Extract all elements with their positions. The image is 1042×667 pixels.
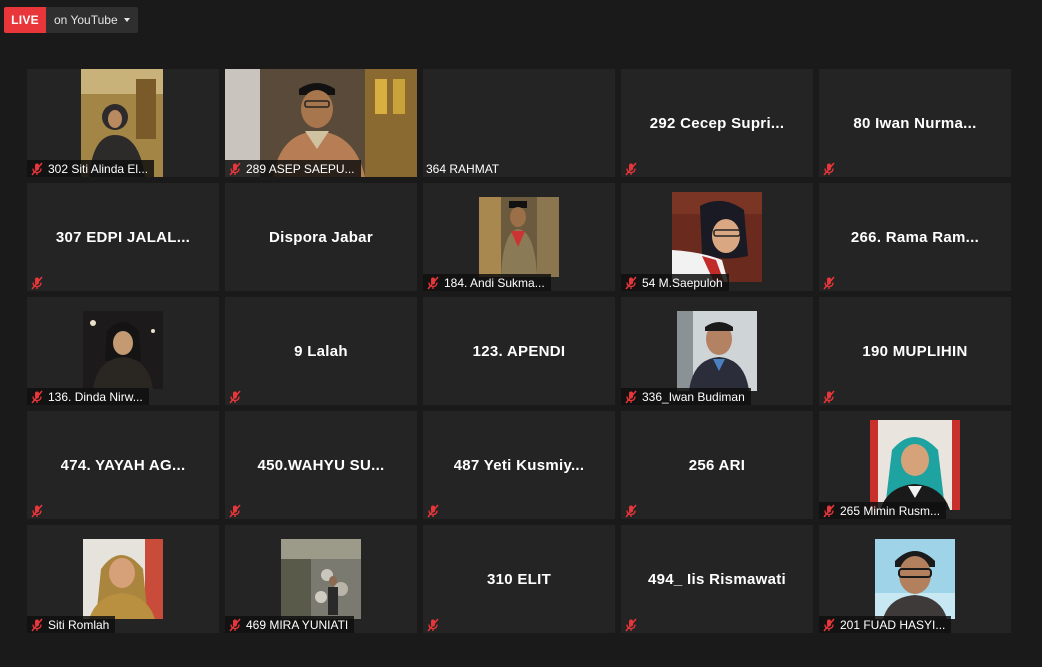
- gallery-grid: 302 Siti Alinda El... 289 ASEP SAEPU... …: [27, 69, 1011, 633]
- participant-tile[interactable]: 289 ASEP SAEPU...: [225, 69, 417, 177]
- youtube-stream-button[interactable]: on YouTube: [46, 7, 138, 33]
- muted-mic-icon: [625, 618, 637, 631]
- participant-status: [423, 502, 450, 519]
- participant-tile[interactable]: Siti Romlah: [27, 525, 219, 633]
- participant-display-name: 450.WAHYU SU...: [257, 456, 385, 474]
- youtube-stream-label: on YouTube: [54, 13, 118, 27]
- participant-video: [83, 311, 163, 389]
- participant-name-label: 302 Siti Alinda El...: [27, 160, 155, 177]
- participant-tile[interactable]: 54 M.Saepuloh: [621, 183, 813, 291]
- participant-status: [621, 616, 648, 633]
- participant-tile[interactable]: 9 Lalah: [225, 297, 417, 405]
- participant-tile[interactable]: 450.WAHYU SU...: [225, 411, 417, 519]
- muted-mic-icon: [229, 162, 241, 175]
- participant-tile[interactable]: 310 ELIT: [423, 525, 615, 633]
- participant-tile[interactable]: 336_Iwan Budiman: [621, 297, 813, 405]
- participant-status: [27, 274, 54, 291]
- participant-status: [225, 502, 252, 519]
- participant-display-name: 307 EDPI JALAL...: [55, 228, 191, 246]
- participant-name-label: 469 MIRA YUNIATI: [225, 616, 355, 633]
- muted-mic-icon: [427, 618, 439, 631]
- participant-video: [677, 311, 757, 391]
- participant-display-name: 474. YAYAH AG...: [60, 456, 186, 474]
- live-badge: LIVE: [4, 7, 46, 33]
- muted-mic-icon: [823, 504, 835, 517]
- participant-status: [819, 160, 846, 177]
- participant-display-name: 123. APENDI: [472, 342, 566, 360]
- muted-mic-icon: [229, 618, 241, 631]
- muted-mic-icon: [31, 276, 43, 289]
- participant-status: [27, 502, 54, 519]
- muted-mic-icon: [427, 504, 439, 517]
- participant-status: [819, 388, 846, 405]
- participant-tile[interactable]: 487 Yeti Kusmiy...: [423, 411, 615, 519]
- muted-mic-icon: [229, 504, 241, 517]
- muted-mic-icon: [31, 618, 43, 631]
- participant-tile[interactable]: 184. Andi Sukma...: [423, 183, 615, 291]
- muted-mic-icon: [823, 162, 835, 175]
- participant-tile[interactable]: 265 Mimin Rusm...: [819, 411, 1011, 519]
- participant-display-name: Dispora Jabar: [269, 228, 373, 246]
- participant-tile[interactable]: 80 Iwan Nurma...: [819, 69, 1011, 177]
- muted-mic-icon: [31, 162, 43, 175]
- livestream-bar: LIVE on YouTube: [4, 7, 138, 33]
- muted-mic-icon: [31, 390, 43, 403]
- participant-name-label: 364 RAHMAT: [426, 161, 500, 176]
- participant-name-label: 184. Andi Sukma...: [423, 274, 551, 291]
- participant-tile[interactable]: 494_ Iis Rismawati: [621, 525, 813, 633]
- participant-display-name: 310 ELIT: [486, 570, 552, 588]
- participant-tile[interactable]: 136. Dinda Nirw...: [27, 297, 219, 405]
- muted-mic-icon: [823, 618, 835, 631]
- participant-display-name: 256 ARI: [688, 456, 746, 474]
- muted-mic-icon: [31, 504, 43, 517]
- participant-tile[interactable]: 292 Cecep Supri...: [621, 69, 813, 177]
- participant-tile[interactable]: 469 MIRA YUNIATI: [225, 525, 417, 633]
- participant-tile[interactable]: 474. YAYAH AG...: [27, 411, 219, 519]
- participant-video: [870, 420, 960, 510]
- participant-video: [83, 539, 163, 619]
- participant-tile[interactable]: 364 RAHMAT: [423, 69, 615, 177]
- participant-status: [621, 160, 648, 177]
- participant-display-name: 266. Rama Ram...: [850, 228, 980, 246]
- participant-status: [819, 274, 846, 291]
- muted-mic-icon: [625, 276, 637, 289]
- participant-display-name: 190 MUPLIHIN: [862, 342, 968, 360]
- participant-display-name: 292 Cecep Supri...: [649, 114, 785, 132]
- participant-name-label: 289 ASEP SAEPU...: [225, 160, 361, 177]
- participant-display-name: 494_ Iis Rismawati: [648, 570, 786, 588]
- participant-name-label: 201 FUAD HASYI...: [819, 616, 952, 633]
- participant-tile[interactable]: Dispora Jabar: [225, 183, 417, 291]
- participant-name-label: 336_Iwan Budiman: [621, 388, 751, 405]
- participant-tile[interactable]: 190 MUPLIHIN: [819, 297, 1011, 405]
- participant-display-name: 487 Yeti Kusmiy...: [453, 456, 585, 474]
- participant-status: [423, 616, 450, 633]
- participant-tile[interactable]: 266. Rama Ram...: [819, 183, 1011, 291]
- participant-video: [281, 539, 361, 619]
- participant-name-label: 265 Mimin Rusm...: [819, 502, 947, 519]
- muted-mic-icon: [823, 276, 835, 289]
- participant-video: [479, 197, 559, 277]
- participant-status: [621, 502, 648, 519]
- muted-mic-icon: [625, 504, 637, 517]
- participant-tile[interactable]: 302 Siti Alinda El...: [27, 69, 219, 177]
- participant-name-label: Siti Romlah: [27, 616, 116, 633]
- participant-display-name: 80 Iwan Nurma...: [853, 114, 977, 132]
- muted-mic-icon: [427, 276, 439, 289]
- participant-tile[interactable]: 256 ARI: [621, 411, 813, 519]
- participant-tile[interactable]: 123. APENDI: [423, 297, 615, 405]
- participant-name-label: 136. Dinda Nirw...: [27, 388, 149, 405]
- muted-mic-icon: [229, 390, 241, 403]
- participant-video: [875, 539, 955, 619]
- participant-display-name: 9 Lalah: [294, 342, 348, 360]
- participant-tile[interactable]: 201 FUAD HASYI...: [819, 525, 1011, 633]
- muted-mic-icon: [625, 162, 637, 175]
- muted-mic-icon: [625, 390, 637, 403]
- participant-status: [225, 388, 252, 405]
- muted-mic-icon: [823, 390, 835, 403]
- participant-name-label: 54 M.Saepuloh: [621, 274, 729, 291]
- participant-tile[interactable]: 307 EDPI JALAL...: [27, 183, 219, 291]
- chevron-down-icon: [123, 18, 130, 22]
- participant-video: [672, 192, 762, 282]
